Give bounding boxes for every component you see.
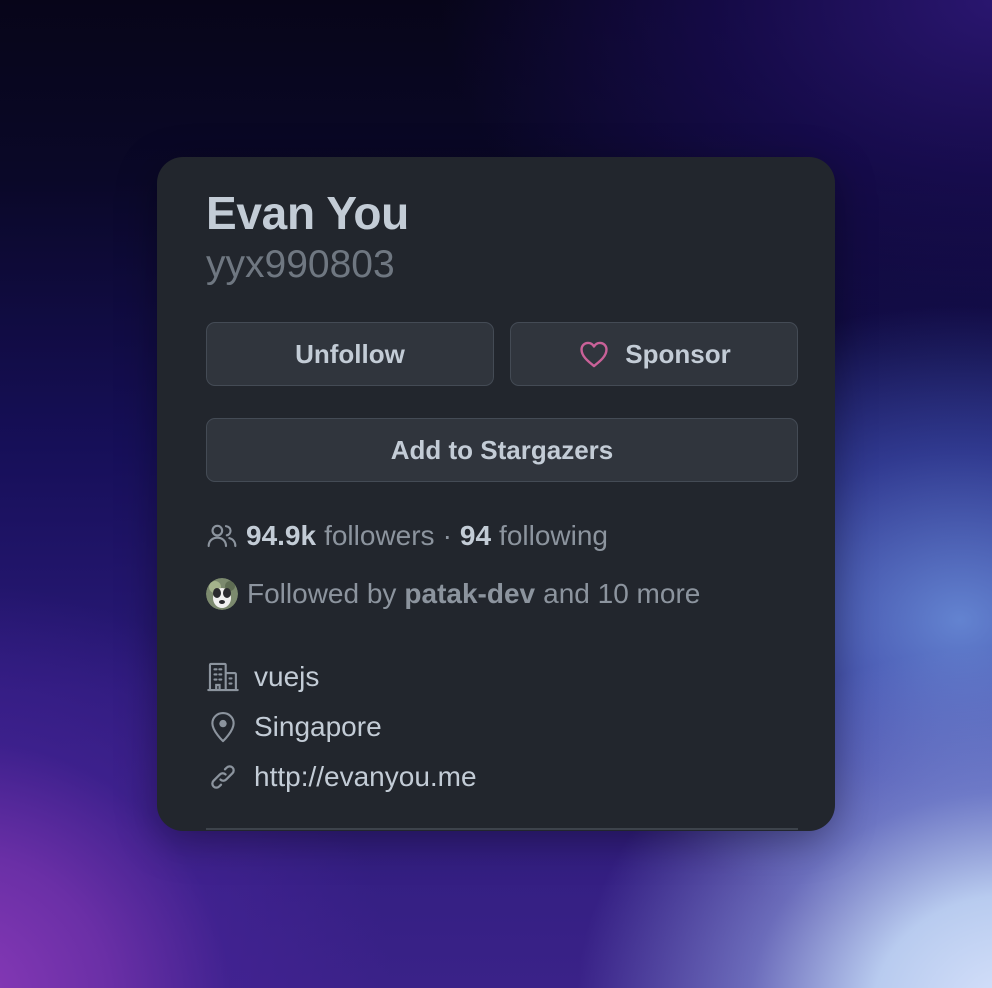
stats-separator: · bbox=[442, 520, 452, 551]
profile-name[interactable]: Evan You bbox=[206, 186, 409, 240]
followed-by-prefix: Followed by bbox=[247, 578, 397, 609]
sponsor-button[interactable]: Sponsor bbox=[510, 322, 798, 386]
followers-label[interactable]: followers bbox=[324, 520, 434, 552]
avatar[interactable] bbox=[206, 578, 238, 610]
people-icon bbox=[207, 524, 237, 548]
sponsor-button-label: Sponsor bbox=[625, 338, 731, 369]
followed-by-suffix: and 10 more bbox=[543, 578, 701, 609]
location-text: Singapore bbox=[254, 711, 382, 742]
heart-icon bbox=[580, 341, 608, 368]
add-to-stargazers-button[interactable]: Add to Stargazers bbox=[206, 418, 798, 482]
following-count[interactable]: 94 bbox=[460, 520, 491, 552]
organization-link[interactable]: vuejs bbox=[254, 661, 319, 693]
link-icon bbox=[211, 765, 235, 789]
user-hovercard: Evan You yyx990803 Unfollow Sponsor Add … bbox=[157, 157, 835, 831]
organization-icon bbox=[207, 662, 239, 692]
organization-row: vuejs bbox=[206, 657, 319, 697]
add-to-stargazers-label: Add to Stargazers bbox=[390, 434, 614, 465]
followers-count[interactable]: 94.9k bbox=[246, 520, 316, 552]
unfollow-button-label: Unfollow bbox=[295, 338, 405, 369]
following-label[interactable]: following bbox=[499, 520, 608, 552]
location-pin-icon bbox=[211, 712, 235, 743]
profile-login[interactable]: yyx990803 bbox=[206, 243, 395, 287]
website-link[interactable]: http://evanyou.me bbox=[254, 761, 477, 793]
follow-stats: 94.9k followers · 94 following bbox=[206, 516, 608, 556]
followed-by: Followed by patak-dev and 10 more bbox=[206, 574, 700, 614]
unfollow-button[interactable]: Unfollow bbox=[206, 322, 494, 386]
followed-by-user-link[interactable]: patak-dev bbox=[404, 578, 535, 610]
divider bbox=[206, 828, 798, 830]
location-row: Singapore bbox=[206, 707, 382, 747]
website-row: http://evanyou.me bbox=[206, 757, 477, 797]
